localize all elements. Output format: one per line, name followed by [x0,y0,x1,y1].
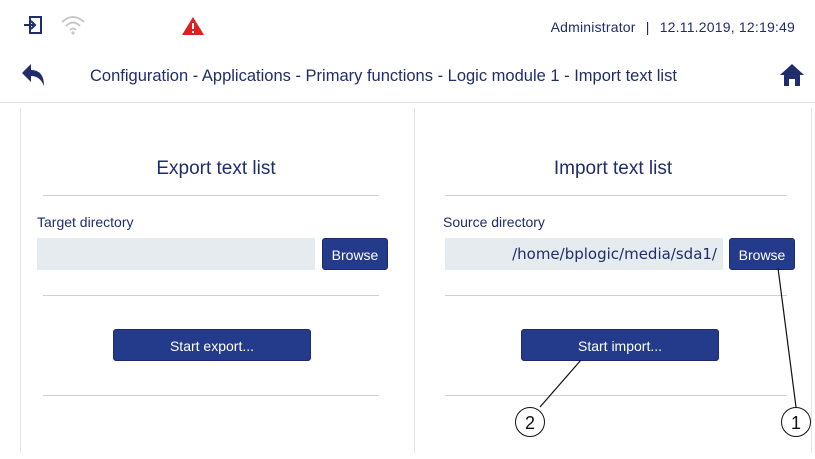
callout-1: 1 [781,407,811,437]
callout-2: 2 [515,407,545,437]
callout-leader-lines [539,267,797,408]
